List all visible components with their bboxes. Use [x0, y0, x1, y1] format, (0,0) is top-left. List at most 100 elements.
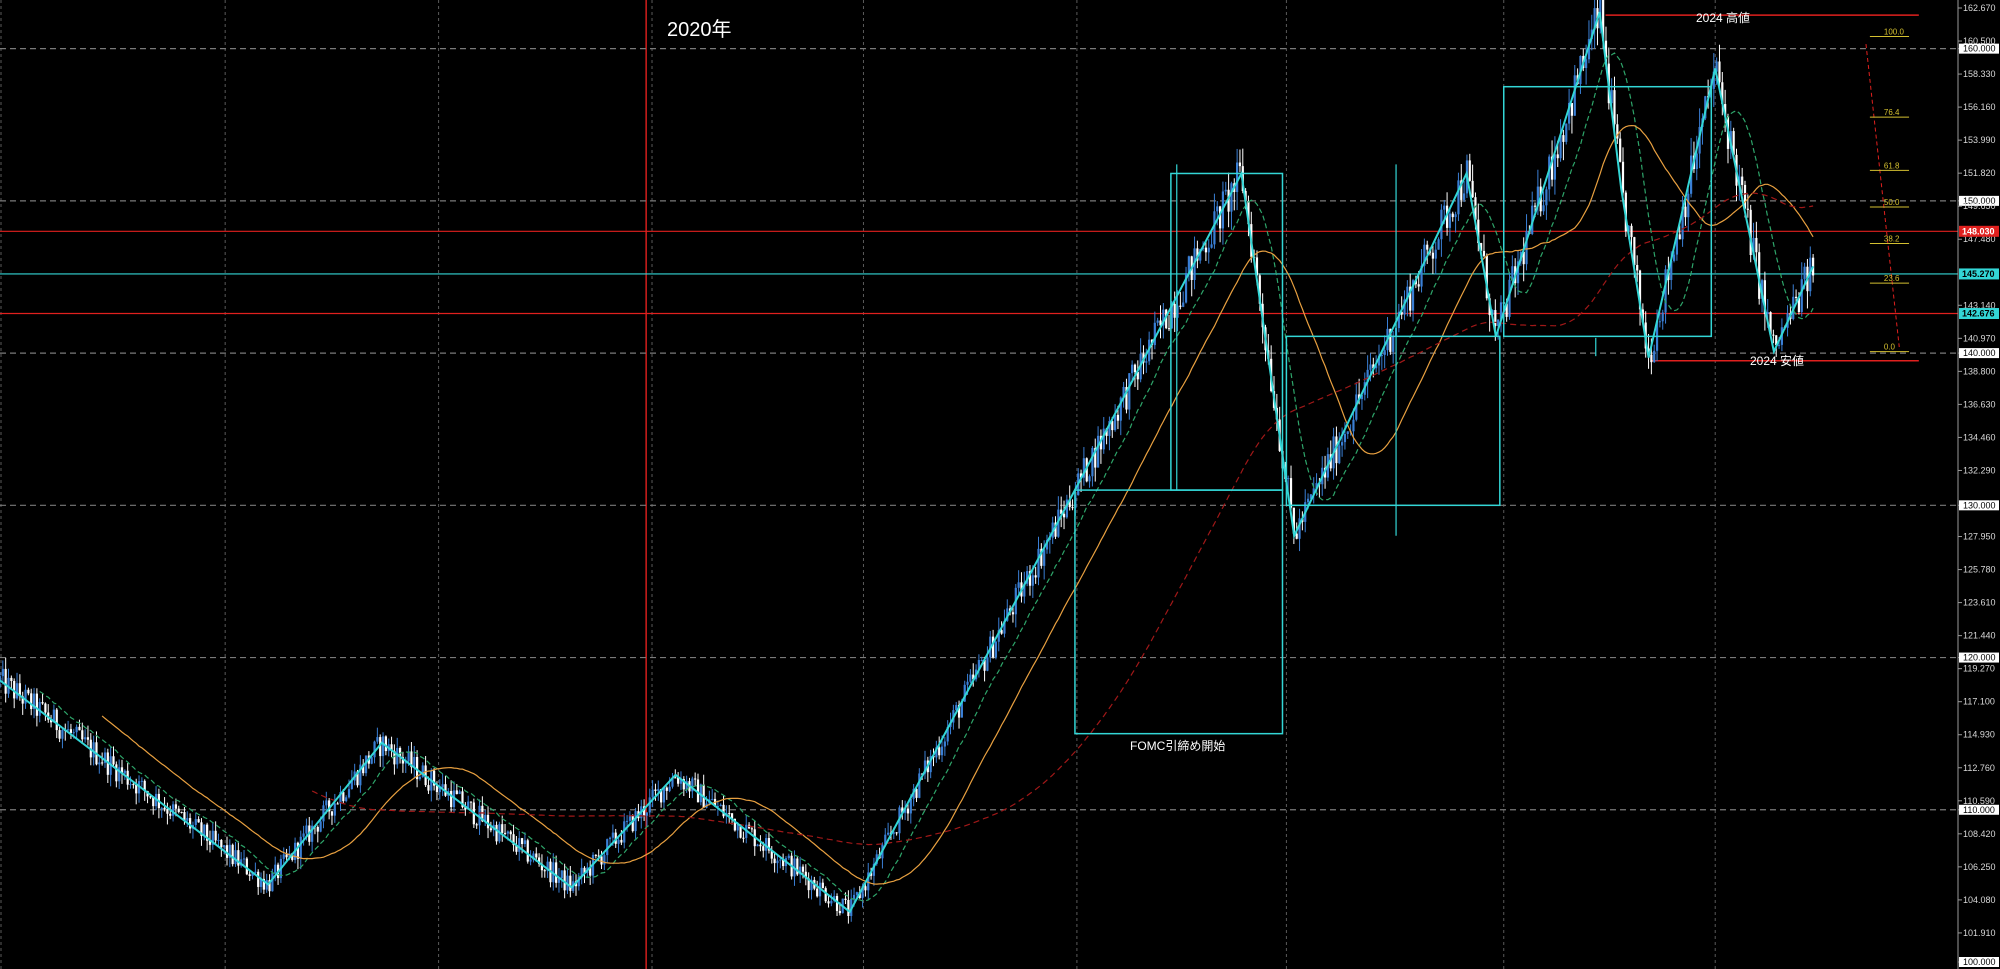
candle-body [654, 789, 657, 791]
y-tick-label-13: 138.800 [1963, 366, 1996, 376]
candle-body [662, 787, 666, 803]
candle-body [177, 808, 180, 812]
candle-body [174, 804, 178, 809]
candle-body [455, 790, 458, 795]
candle-body [231, 844, 234, 865]
candle-body [86, 737, 90, 740]
candle-body [645, 812, 649, 816]
y-tick-label-6: 151.820 [1963, 168, 1996, 178]
fibonacci-level-label-6: 0.0 [1884, 343, 1896, 352]
candle-body [1454, 214, 1457, 218]
candle-body [526, 840, 529, 862]
candle-body [248, 874, 251, 877]
candle-body [719, 804, 722, 806]
y-tick-label-2: 160.000 [1963, 44, 1996, 54]
annotation-fomc-tightening: FOMC引締め開始 [1130, 738, 1225, 753]
candle-body [282, 854, 285, 859]
candle-body [657, 788, 660, 791]
candle-body [413, 756, 416, 768]
fibonacci-level-label-3: 50.0 [1884, 198, 1900, 207]
candle-body [1338, 445, 1341, 464]
y-tick-label-29: 108.420 [1963, 829, 1996, 839]
y-tick-label-17: 130.000 [1963, 500, 1996, 510]
candle-body [501, 824, 504, 833]
candle-body [1031, 575, 1034, 586]
price-axis[interactable]: 162.670160.500160.000158.330156.160153.9… [1957, 0, 2000, 969]
candle-body [994, 641, 998, 658]
candle-body [66, 729, 70, 731]
y-tick-label-33: 100.000 [1963, 957, 1996, 967]
candle-body [72, 732, 75, 734]
candlestick-chart[interactable]: 100.0 76.4 61.8 50.0 38.2 23.6 0.0 2020年 2024 … [0, 0, 2000, 969]
candle-body [1772, 334, 1775, 336]
candle-body [980, 659, 983, 661]
candle-body [197, 819, 200, 823]
candle-body [1794, 296, 1798, 298]
annotation-2024-low: 2024 安値 [1750, 353, 1804, 368]
candle-body [1570, 102, 1574, 116]
candle-body [1088, 476, 1091, 482]
candle-body [381, 736, 385, 757]
candle-body [274, 864, 277, 874]
candle-body [1383, 350, 1386, 356]
candle-body [1741, 176, 1744, 185]
candle-body [194, 819, 197, 825]
candle-body [1661, 312, 1664, 322]
candle-body [1684, 206, 1687, 218]
candle-body [325, 800, 328, 806]
candle-body [830, 900, 833, 904]
candle-body [4, 668, 7, 694]
candle-body [918, 773, 921, 798]
candle-body [35, 693, 38, 716]
y-tick-label-20: 123.610 [1963, 598, 1996, 608]
candle-body [1653, 350, 1656, 363]
y-tick-label-8: 149.650 [1963, 201, 1996, 211]
candle-body [1352, 419, 1355, 432]
candle-body [1511, 266, 1514, 280]
candle-body [855, 892, 858, 895]
candle-body [223, 845, 226, 848]
candle-body [220, 839, 223, 848]
y-tick-label-14: 136.630 [1963, 399, 1996, 409]
candle-body [943, 741, 946, 747]
candle-body [711, 798, 714, 800]
candle-body [969, 674, 972, 682]
candle-body [1800, 279, 1803, 312]
candle-body [495, 824, 498, 842]
candle-body [285, 854, 288, 858]
candle-body [1542, 205, 1545, 212]
candle-body [1156, 320, 1159, 323]
candle-body [674, 777, 677, 779]
candle-body [84, 737, 87, 740]
candle-body [518, 838, 521, 852]
candle-body [1343, 434, 1347, 443]
candle-body [1482, 250, 1486, 256]
candle-body [668, 786, 671, 791]
candle-body [1650, 354, 1653, 363]
candle-body [1011, 612, 1015, 615]
candle-body [1431, 252, 1434, 259]
candle-body [1463, 193, 1466, 200]
y-tick-label-22: 120.000 [1963, 653, 1996, 663]
candle-body [330, 811, 334, 816]
candle-body [1224, 189, 1227, 192]
candle-body [801, 866, 805, 872]
candle-body [299, 836, 302, 859]
candle-body [427, 785, 430, 791]
fibonacci-level-label-2: 61.8 [1884, 161, 1900, 170]
y-tick-label-3: 158.330 [1963, 69, 1996, 79]
candle-body [1553, 154, 1557, 180]
y-tick-label-28: 110.000 [1963, 805, 1995, 815]
year-2020-label: 2020年 [667, 18, 732, 41]
chart-window[interactable]: 100.0 76.4 61.8 50.0 38.2 23.6 0.0 2020年 2024 … [0, 0, 2000, 969]
candle-body [1565, 123, 1568, 142]
candle-body [486, 814, 490, 829]
candle-body [503, 832, 507, 834]
candle-body [1037, 548, 1040, 578]
current-price-badge-label-1: 145.270 [1962, 269, 1995, 279]
candle-body [1167, 328, 1171, 330]
candle-body [821, 882, 824, 889]
candle-body [1746, 208, 1749, 210]
candle-body [1562, 135, 1565, 142]
candle-body [98, 762, 101, 765]
